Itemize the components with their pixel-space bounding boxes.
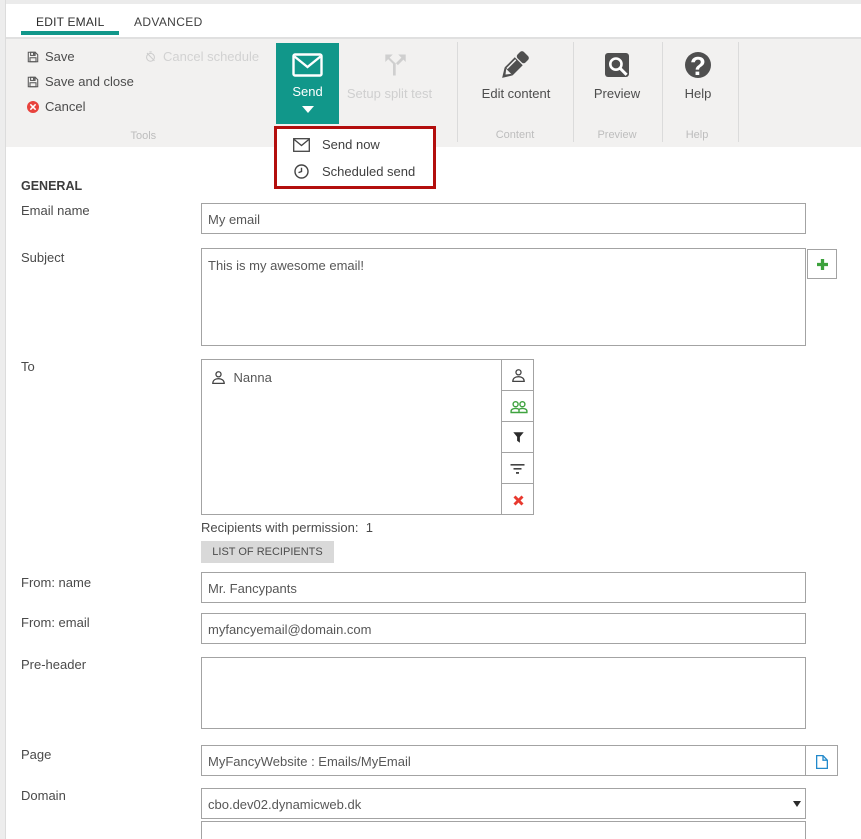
svg-text:?: ?: [690, 52, 706, 78]
